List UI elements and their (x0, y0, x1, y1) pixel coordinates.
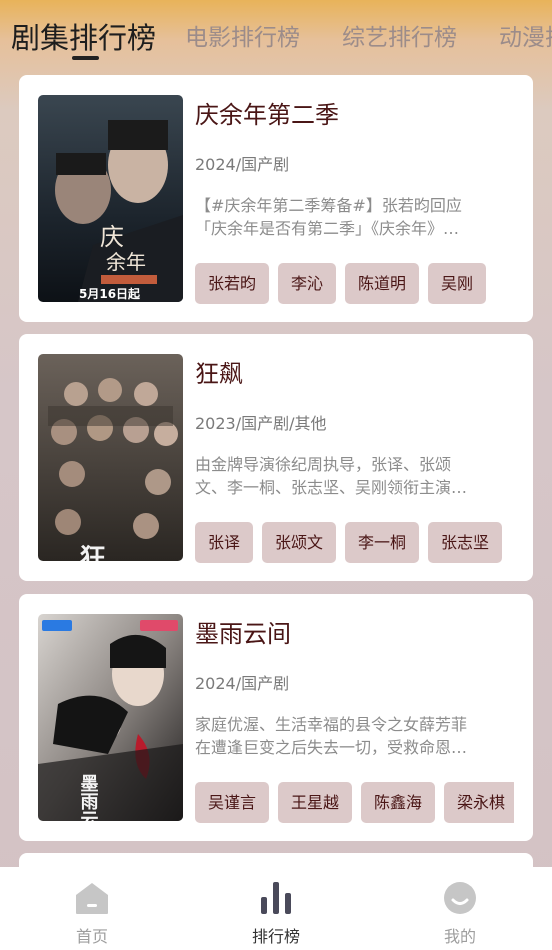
show-meta: 2024/国产剧 (195, 674, 290, 693)
cast-chip[interactable]: 李沁 (278, 263, 337, 304)
cast-chip[interactable]: 张译 (195, 522, 254, 563)
show-title[interactable]: 狂飙 (195, 354, 243, 389)
show-title[interactable]: 墨雨云间 (195, 614, 291, 649)
show-meta: 2023/国产剧/其他 (195, 414, 327, 433)
ranking-card[interactable]: 狂飙 狂飙 2023/国产剧/其他 由金牌导演徐纪周执导，张译、张颂 文、李一桐… (19, 334, 533, 581)
show-description: 【#庆余年第二季筹备#】张若昀回应 「庆余年是否有第二季」《庆余年》… (195, 194, 505, 240)
nav-mine-label: 我的 (443, 927, 476, 946)
cast-chip[interactable]: 吴刚 (428, 263, 487, 304)
description-line: 家庭优渥、生活幸福的县令之女薛芳菲 (195, 715, 468, 734)
nav-home-label: 首页 (75, 927, 108, 946)
tab-variety-ranking[interactable]: 综艺排行榜 (342, 18, 457, 52)
poster-image: 庆 余年 5月16日起 (38, 95, 183, 302)
home-icon (76, 883, 108, 914)
show-title[interactable]: 庆余年第二季 (195, 95, 339, 130)
nav-rank-label: 排行榜 (251, 927, 300, 946)
cast-chip[interactable]: 王星越 (278, 782, 353, 823)
ranking-card[interactable]: 墨雨云间 墨雨云间 2024/国产剧 家庭优渥、生活幸福的县令之女薛芳菲 在遭逢… (19, 594, 533, 841)
description-line: 由金牌导演徐纪周执导，张译、张颂 (195, 455, 452, 474)
cast-chip[interactable]: 张若昀 (195, 263, 270, 304)
bar-chart-icon (261, 882, 291, 914)
description-line: 文、李一桐、张志坚、吴刚领衔主演… (195, 478, 468, 497)
nav-home[interactable]: 首页 (32, 867, 152, 950)
show-meta: 2024/国产剧 (195, 155, 290, 174)
cast-chip[interactable]: 陈道明 (345, 263, 420, 304)
cast-chip[interactable]: 张志坚 (428, 522, 503, 563)
cast-chip[interactable]: 李一桐 (345, 522, 420, 563)
active-tab-indicator (72, 56, 99, 60)
nav-rank[interactable]: 排行榜 (216, 867, 336, 950)
bottom-navigation: 首页 排行榜 我的 (0, 867, 552, 950)
svg-text:庆: 庆 (100, 223, 124, 251)
nav-mine[interactable]: 我的 (400, 867, 520, 950)
description-line: 「庆余年是否有第二季」《庆余年》… (195, 219, 460, 238)
cast-chip[interactable]: 陈鑫海 (361, 782, 436, 823)
smile-face-icon (444, 882, 476, 914)
description-line: 【#庆余年第二季筹备#】张若昀回应 (195, 196, 462, 215)
ranking-card[interactable]: 庆 余年 5月16日起 庆余年第二季 2024/国产剧 【#庆余年第二季筹备#】… (19, 75, 533, 322)
cast-list: 张若昀 李沁 陈道明 吴刚 (195, 263, 514, 305)
cast-list: 张译 张颂文 李一桐 张志坚 (195, 522, 514, 564)
svg-text:余年: 余年 (106, 250, 146, 274)
description-line: 在遭逢巨变之后失去一切，受救命恩… (195, 738, 468, 757)
poster-image: 墨雨云间 (38, 614, 183, 821)
cast-chip[interactable]: 张颂文 (262, 522, 337, 563)
show-description: 由金牌导演徐纪周执导，张译、张颂 文、李一桐、张志坚、吴刚领衔主演… (195, 453, 505, 499)
tab-drama-ranking[interactable]: 剧集排行榜 (11, 15, 156, 57)
poster-title-text: 墨雨云间 (78, 774, 99, 821)
cast-chip[interactable]: 梁永棋 (444, 782, 514, 823)
poster-date-text: 5月16日起 (79, 286, 141, 301)
cast-chip[interactable]: 吴谨言 (195, 782, 270, 823)
tab-movie-ranking[interactable]: 电影排行榜 (185, 18, 300, 52)
show-description: 家庭优渥、生活幸福的县令之女薛芳菲 在遭逢巨变之后失去一切，受救命恩… (195, 713, 505, 759)
category-tabs: 剧集排行榜 电影排行榜 综艺排行榜 动漫排行榜 (0, 0, 552, 70)
poster-title-text: 狂飙 (75, 544, 105, 561)
cast-list: 吴谨言 王星越 陈鑫海 梁永棋 (195, 782, 514, 824)
poster-image: 狂飙 (38, 354, 183, 561)
tab-anime-ranking[interactable]: 动漫排行榜 (499, 18, 552, 52)
